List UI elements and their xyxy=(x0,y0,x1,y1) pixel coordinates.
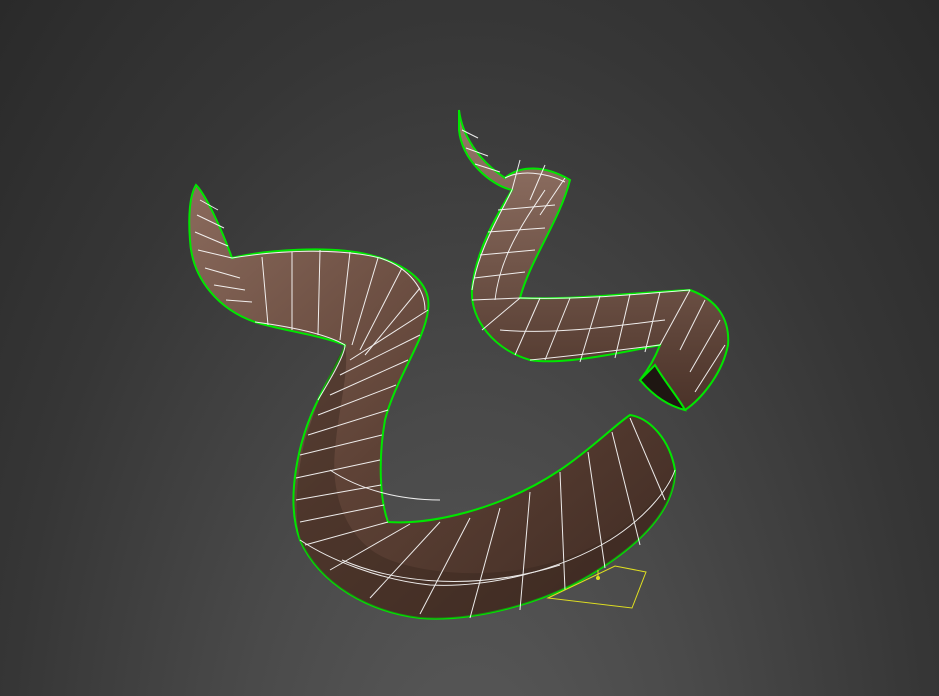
tube-left[interactable] xyxy=(188,183,677,620)
pivot-point xyxy=(596,576,600,580)
viewport-scene[interactable] xyxy=(0,0,939,696)
tube-right[interactable] xyxy=(458,109,730,412)
tube-right-selection-outline xyxy=(458,109,730,412)
3d-viewport[interactable] xyxy=(0,0,939,696)
